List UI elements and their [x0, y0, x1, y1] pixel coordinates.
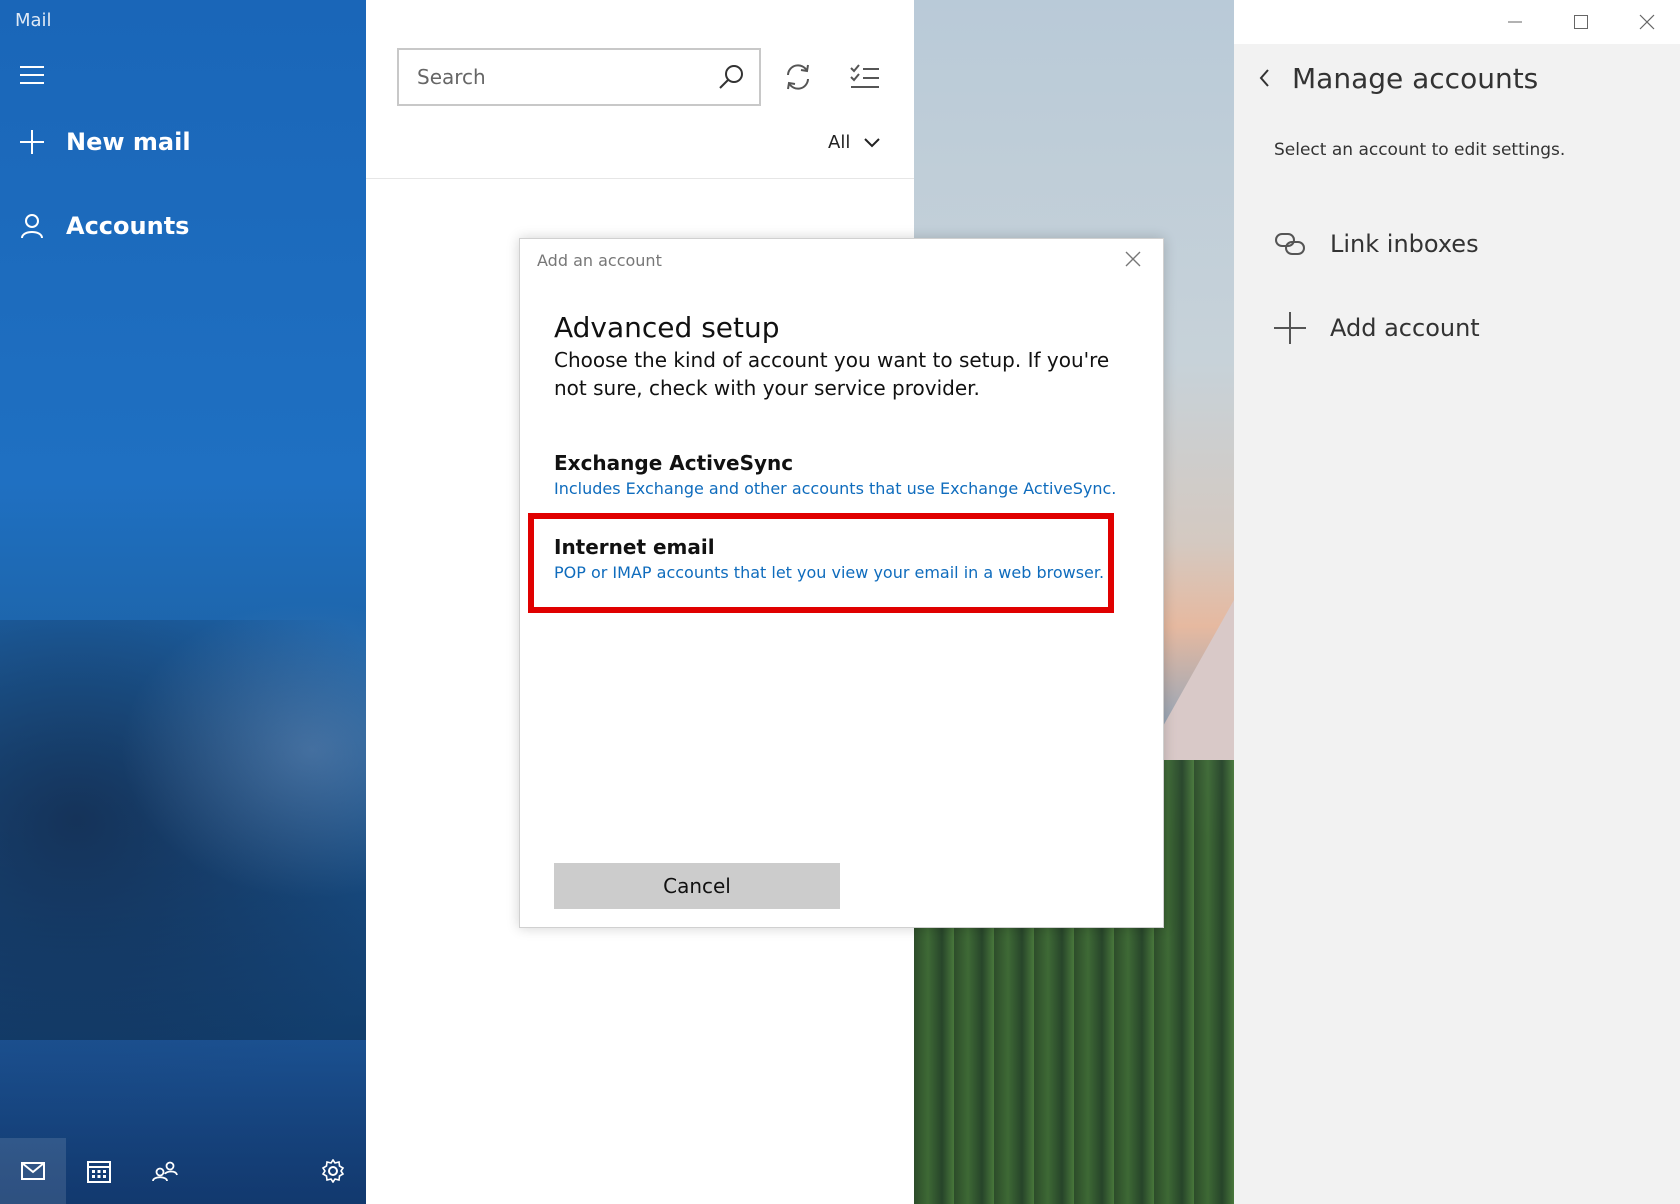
- new-mail-label: New mail: [66, 128, 191, 156]
- select-mode-button[interactable]: [850, 64, 880, 94]
- option-description: POP or IMAP accounts that let you view y…: [554, 563, 1105, 582]
- manage-accounts-panel: Manage accounts Select an account to edi…: [1234, 44, 1680, 1204]
- link-inboxes-button[interactable]: Link inboxes: [1274, 230, 1479, 258]
- maximize-icon: [1574, 15, 1588, 29]
- accounts-button[interactable]: Accounts: [20, 212, 189, 240]
- dialog-heading: Advanced setup: [554, 311, 780, 344]
- close-icon: [1639, 14, 1655, 30]
- hamburger-menu-icon[interactable]: [20, 66, 44, 84]
- new-mail-button[interactable]: New mail: [20, 128, 191, 156]
- window-controls: [1482, 0, 1680, 44]
- exchange-activesync-option[interactable]: Exchange ActiveSync Includes Exchange an…: [554, 451, 1134, 498]
- cancel-button[interactable]: Cancel: [554, 863, 840, 909]
- list-divider: [366, 178, 914, 179]
- search-box[interactable]: [397, 48, 761, 106]
- back-button[interactable]: [1258, 68, 1270, 92]
- minimize-icon: [1508, 21, 1522, 23]
- minimize-button[interactable]: [1482, 0, 1548, 44]
- chevron-left-icon: [1259, 69, 1269, 87]
- sync-button[interactable]: [783, 62, 813, 96]
- panel-subtitle: Select an account to edit settings.: [1274, 140, 1566, 160]
- dialog-description: Choose the kind of account you want to s…: [554, 348, 1110, 400]
- gear-icon: [321, 1159, 345, 1183]
- filter-label: All: [828, 132, 851, 153]
- accounts-label: Accounts: [66, 212, 190, 240]
- maximize-button[interactable]: [1548, 0, 1614, 44]
- plus-icon: [20, 130, 44, 154]
- mail-icon: [21, 1162, 45, 1180]
- panel-title: Manage accounts: [1292, 62, 1539, 95]
- background-snow: [120, 600, 366, 900]
- people-tab[interactable]: [132, 1138, 198, 1204]
- sync-icon: [787, 64, 809, 90]
- add-account-button[interactable]: Add account: [1274, 312, 1480, 344]
- person-icon: [21, 214, 43, 239]
- calendar-icon: [87, 1161, 111, 1183]
- add-account-dialog: Add an account Advanced setup Choose the…: [519, 238, 1164, 928]
- close-window-button[interactable]: [1614, 0, 1680, 44]
- bottom-app-bar: [0, 1138, 366, 1204]
- internet-email-option[interactable]: Internet email POP or IMAP accounts that…: [554, 535, 1134, 582]
- chevron-down-icon: [864, 137, 881, 147]
- search-icon[interactable]: [717, 63, 745, 91]
- add-account-label: Add account: [1330, 314, 1480, 342]
- dialog-title: Add an account: [537, 251, 662, 270]
- checklist-icon: [850, 64, 879, 88]
- navigation-pane: Mail New mail Accounts: [0, 0, 366, 1204]
- filter-dropdown[interactable]: All: [828, 132, 881, 153]
- link-inboxes-label: Link inboxes: [1330, 230, 1479, 258]
- option-title: Internet email: [554, 535, 715, 559]
- people-icon: [152, 1161, 178, 1182]
- close-icon: [1125, 251, 1141, 267]
- dialog-close-button[interactable]: [1125, 251, 1141, 271]
- app-title: Mail: [15, 10, 52, 31]
- option-title: Exchange ActiveSync: [554, 451, 794, 475]
- link-icon: [1275, 233, 1305, 255]
- plus-icon: [1274, 312, 1306, 344]
- mail-tab[interactable]: [0, 1138, 66, 1204]
- search-input[interactable]: [415, 64, 709, 90]
- calendar-tab[interactable]: [66, 1138, 132, 1204]
- settings-tab[interactable]: [300, 1138, 366, 1204]
- option-description: Includes Exchange and other accounts tha…: [554, 479, 1117, 498]
